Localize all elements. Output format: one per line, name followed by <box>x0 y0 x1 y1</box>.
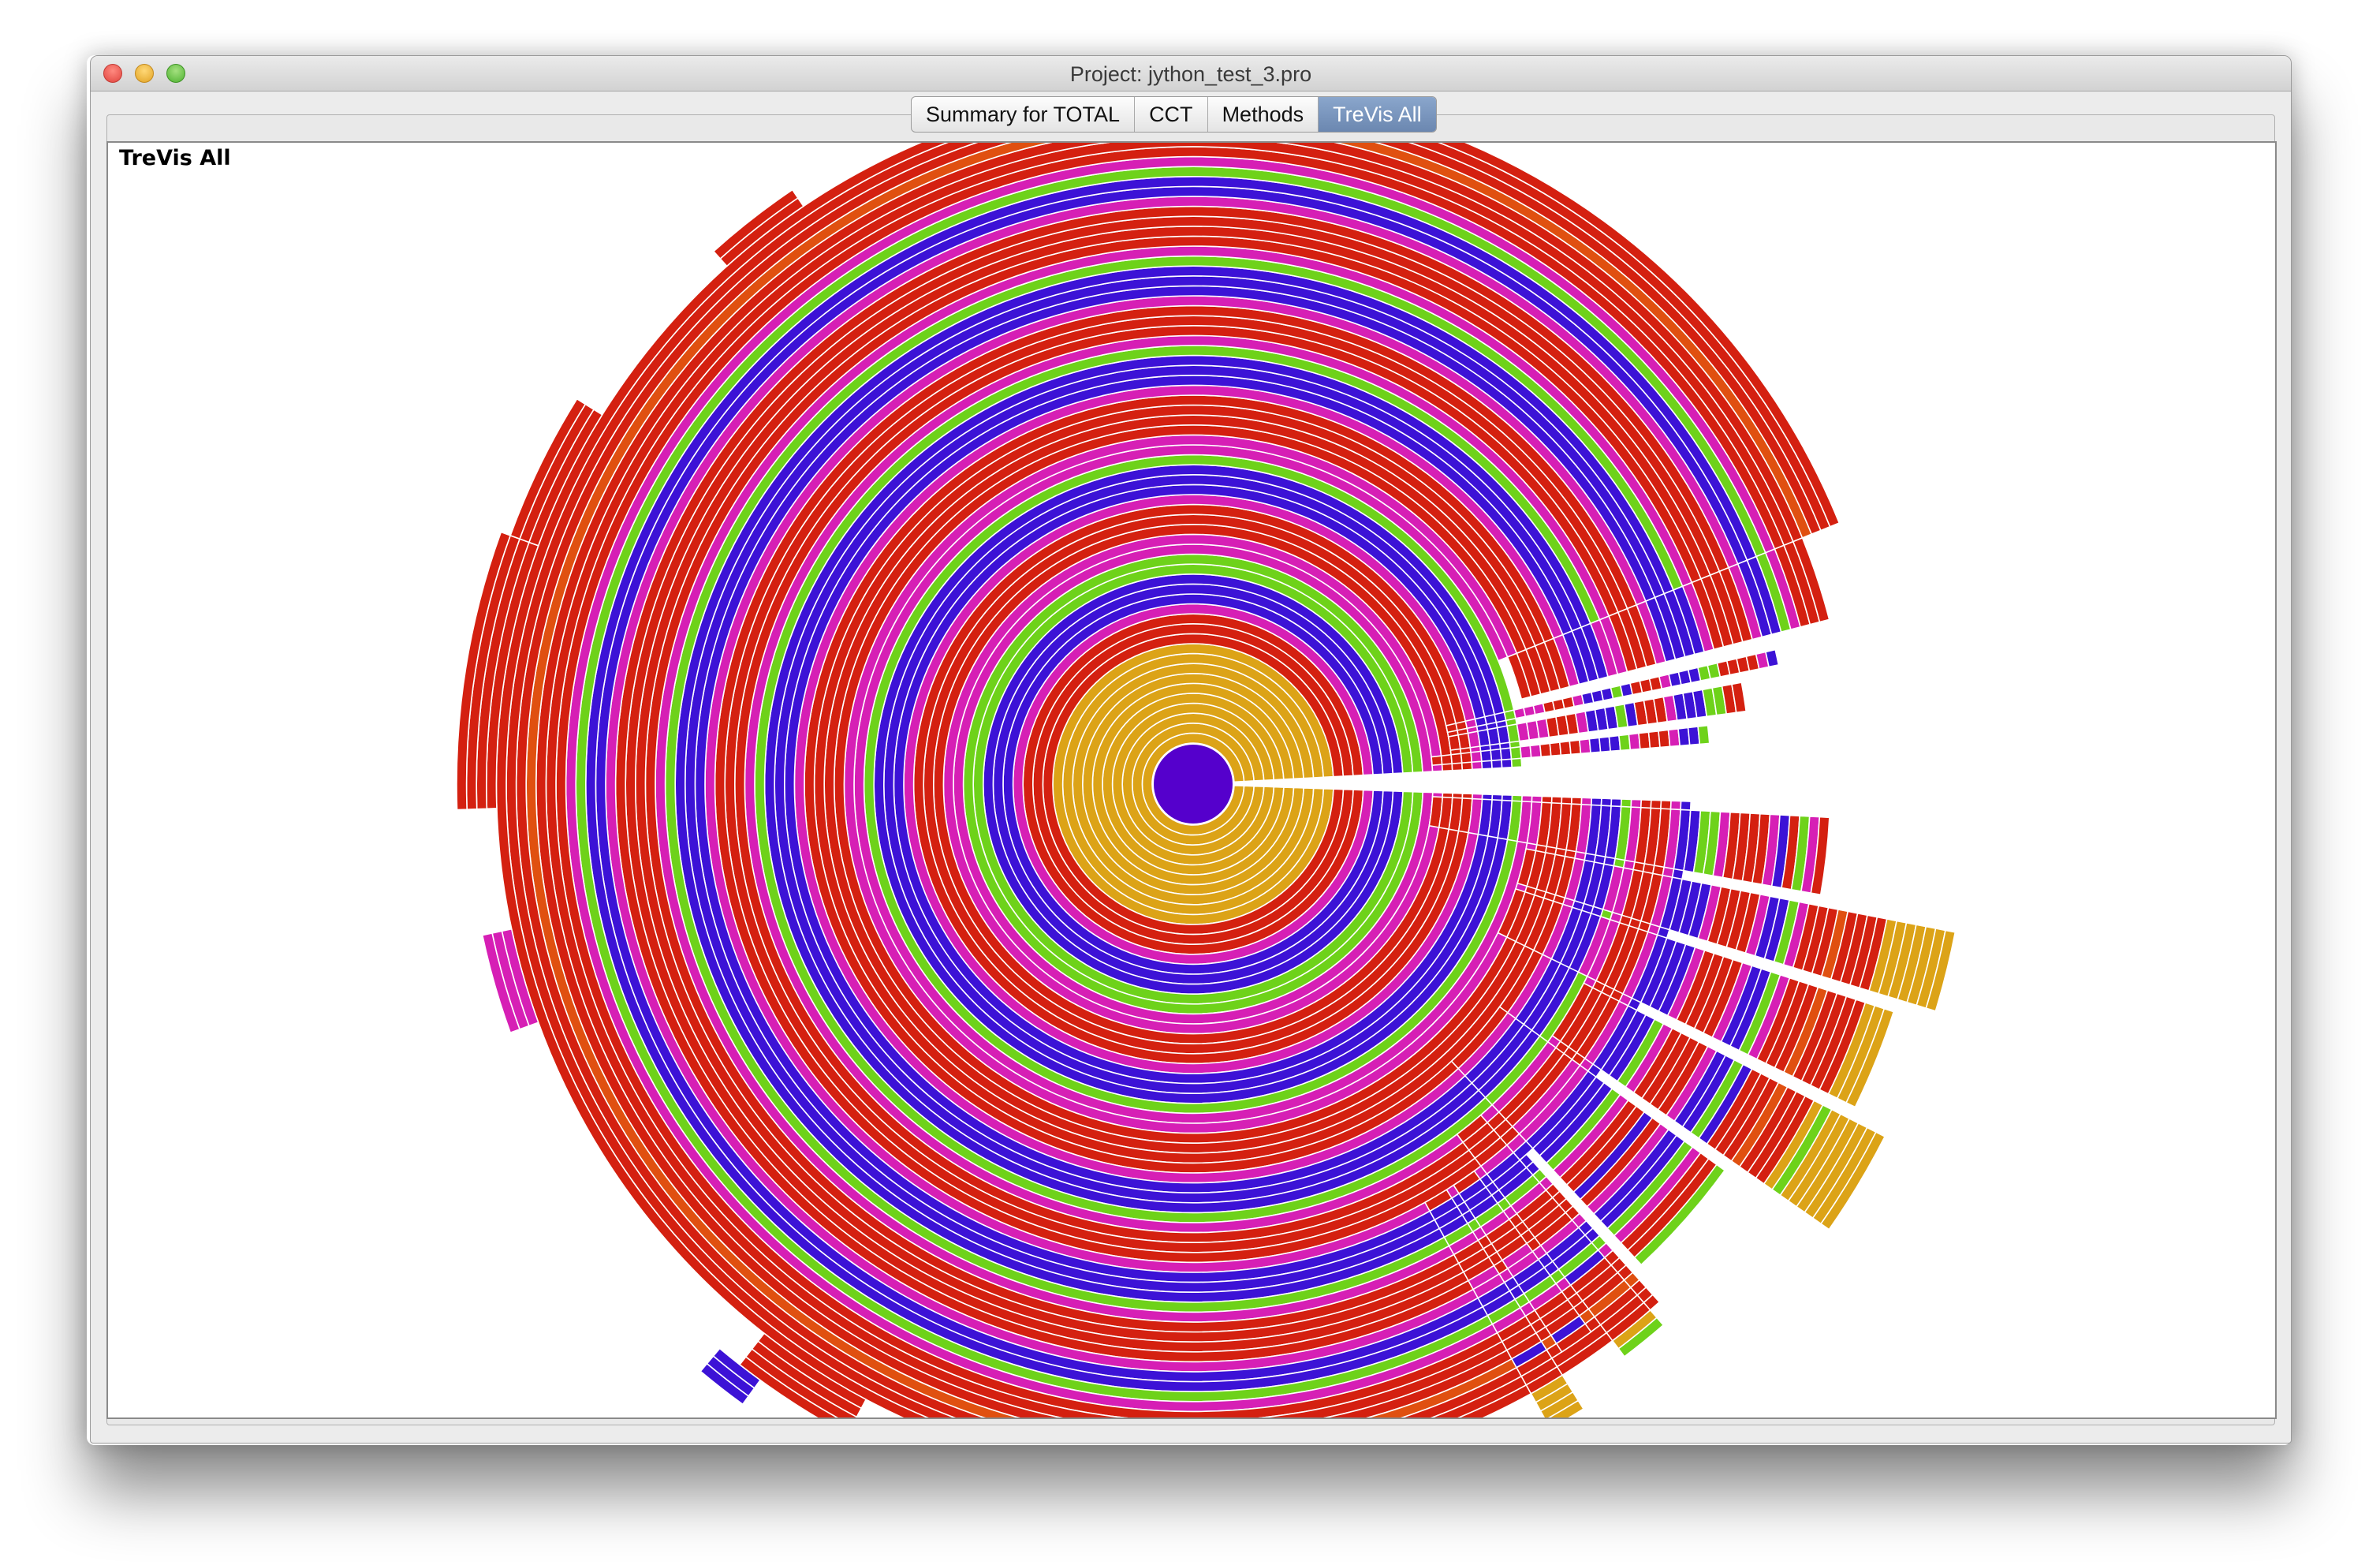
fan-segment[interactable] <box>1549 741 1562 757</box>
tab-cct[interactable]: CCT <box>1135 97 1208 132</box>
tab-bar: Summary for TOTAL CCT Methods TreVis All <box>911 96 1437 133</box>
fan-segment[interactable] <box>1539 742 1552 758</box>
fan-segment[interactable] <box>1558 740 1572 756</box>
root-node[interactable] <box>1154 745 1233 824</box>
title-bar[interactable]: Project: jython_test_3.pro <box>91 56 2291 92</box>
fan-segment[interactable] <box>1470 750 1483 764</box>
fan-segment[interactable] <box>1460 751 1473 764</box>
fan-segment[interactable] <box>1529 744 1543 759</box>
app-window: Project: jython_test_3.pro Summary for T… <box>90 55 2292 1444</box>
tab-trevis-all[interactable]: TreVis All <box>1319 97 1436 132</box>
tab-summary-total[interactable]: Summary for TOTAL <box>912 97 1136 132</box>
fan-segment[interactable] <box>1509 745 1522 760</box>
trevis-panel: TreVis All <box>106 141 2277 1419</box>
sunburst-visualization[interactable] <box>108 143 2275 1417</box>
fan-segment[interactable] <box>1450 753 1463 765</box>
fan-segment[interactable] <box>1440 753 1453 766</box>
panel-title: TreVis All <box>119 146 231 170</box>
window-title: Project: jython_test_3.pro <box>1069 62 1312 86</box>
fan-segment[interactable] <box>1499 747 1513 761</box>
fan-segment[interactable] <box>1431 755 1443 767</box>
fan-segment[interactable] <box>1519 745 1532 760</box>
fan-segment[interactable] <box>1697 724 1710 745</box>
fan-segment[interactable] <box>1479 749 1493 763</box>
fan-segment[interactable] <box>1490 748 1502 762</box>
tab-methods[interactable]: Methods <box>1208 97 1319 132</box>
